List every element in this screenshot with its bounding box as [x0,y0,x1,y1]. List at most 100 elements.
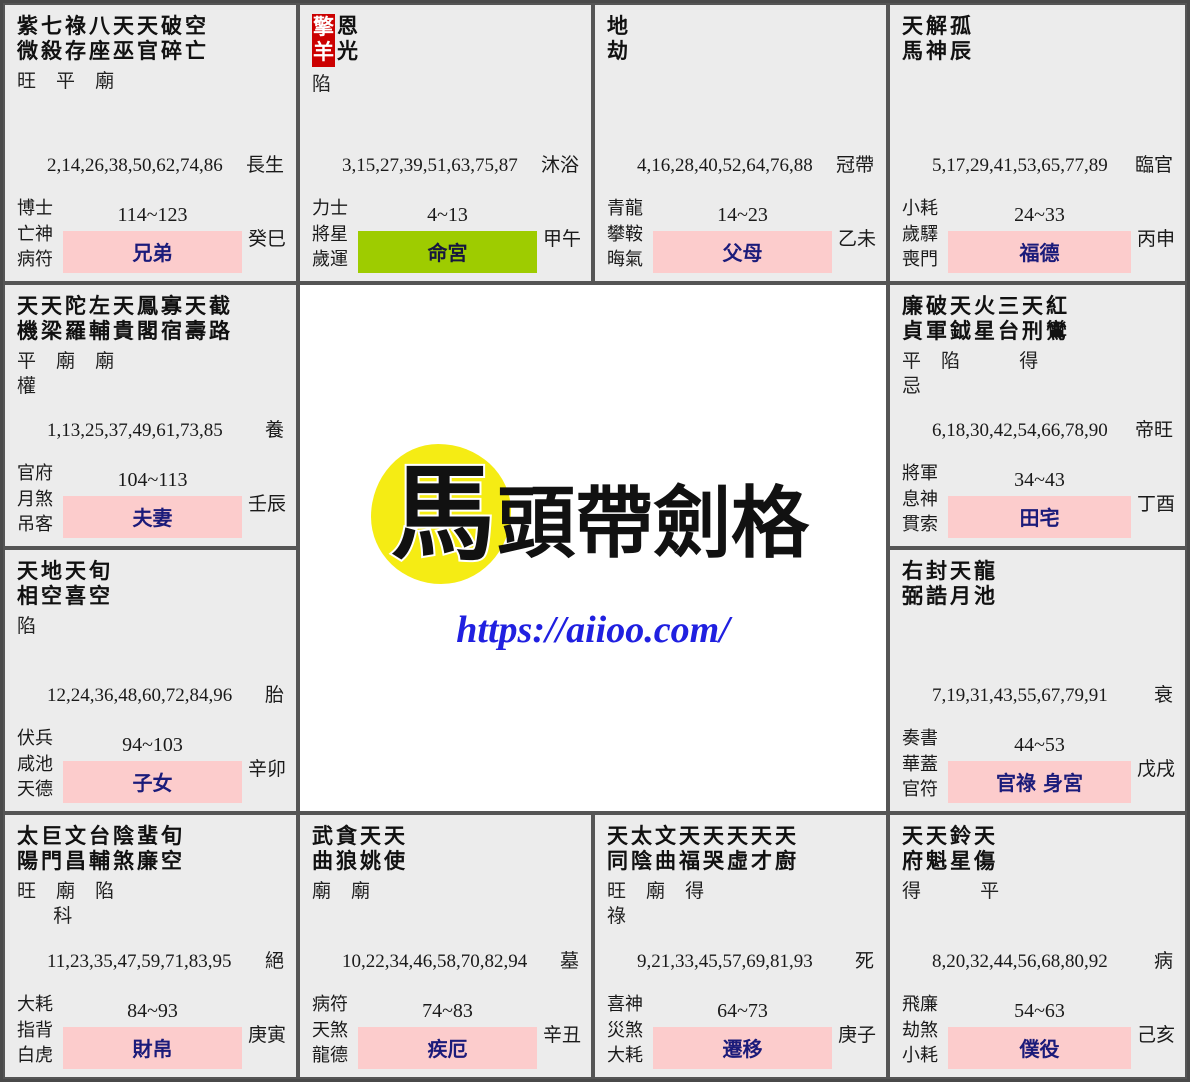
star-name[interactable]: 紅鸞 [1046,294,1067,344]
palace-center-col: 84~93 財帛 [59,1000,246,1069]
star-name[interactable]: 天巫 [113,14,134,64]
palace-name-badge[interactable]: 夫妻 [63,496,242,538]
star-name[interactable]: 孤辰 [950,14,971,64]
star-name[interactable]: 天機 [17,294,38,344]
star-name[interactable]: 左輔 [89,294,110,344]
god-label: 喜神 [607,994,643,1016]
star-name[interactable]: 天府 [902,824,923,874]
star-name[interactable]: 旬空 [89,559,110,609]
star-name[interactable]: 寡宿 [161,294,182,344]
star-name[interactable]: 蜚廉 [137,824,158,874]
palace-jie[interactable]: 武曲貪狼天姚天使廟 廟 10,22,34,46,58,70,82,94 墓病符 天煞龍… [298,813,593,1079]
palace-name-badge[interactable]: 子女 [63,761,242,803]
star-name[interactable]: 天馬 [902,14,923,64]
star-name[interactable]: 文曲 [655,824,676,874]
star-name[interactable]: 地劫 [607,14,628,64]
star-name[interactable]: 太陽 [17,824,38,874]
star-name[interactable]: 文昌 [65,824,86,874]
star-name[interactable]: 太陰 [631,824,652,874]
star-name[interactable]: 天才 [751,824,772,874]
palace-name-badge[interactable]: 父母 [653,231,832,273]
palace-name-badge[interactable]: 官祿 身宮 [948,761,1131,803]
star-name[interactable]: 天虛 [727,824,748,874]
palace-name-badge[interactable]: 福德 [948,231,1131,273]
star-name[interactable]: 空亡 [185,14,206,64]
palace-name-badge[interactable]: 遷移 [653,1027,832,1069]
god-list: 奏書 華蓋 官符 [902,726,944,803]
palace-mingong[interactable]: 擎羊恩光陷 3,15,27,39,51,63,75,87 沐浴 力士 將星 歲運 4~13 命… [298,3,593,283]
star-name[interactable]: 鈴星 [950,824,971,874]
palace-name-badge[interactable]: 僕役 [948,1027,1131,1069]
star-name[interactable]: 天哭 [703,824,724,874]
star-name[interactable]: 天福 [679,824,700,874]
star-name[interactable]: 天喜 [65,559,86,609]
god-label: 咸池 [17,753,53,775]
star-name[interactable]: 龍池 [974,559,995,609]
star-name[interactable]: 天月 [950,559,971,609]
star-name[interactable]: 貪狼 [336,824,357,874]
age-range: 114~123 [117,204,188,226]
palace-name-badge[interactable]: 疾厄 [358,1027,537,1069]
star-name[interactable]: 紫微 [17,14,38,64]
star-name[interactable]: 右弼 [902,559,923,609]
star-name[interactable]: 八座 [89,14,110,64]
god-label: 青龍 [607,198,643,220]
star-name[interactable]: 祿存 [65,14,86,64]
star-name[interactable]: 地空 [41,559,62,609]
palace-puyi[interactable]: 天府天魁鈴星天傷得 平 8,20,32,44,56,68,80,92 病飛廉 劫煞 小耗… [888,813,1187,1079]
star-name[interactable]: 三台 [998,294,1019,344]
star-name[interactable]: 火星 [974,294,995,344]
star-name[interactable]: 天鉞 [950,294,971,344]
star-name[interactable]: 鳳閣 [137,294,158,344]
site-url[interactable]: https://aiioo.com/ [456,608,729,652]
year-and-phase-row: 6,18,30,42,54,66,78,90 帝旺 [890,415,1185,442]
star-name[interactable]: 天梁 [41,294,62,344]
palace-fumu[interactable]: 地劫 4,16,28,40,52,64,76,88 冠帶 青龍 攀鞍 晦氣 14~23 父母乙… [593,3,888,283]
star-name[interactable]: 截路 [209,294,230,344]
star-name[interactable]: 破碎 [161,14,182,64]
palace-qianyi[interactable]: 天同太陰文曲天福天哭天虛天才天廚旺 廟 得祿 9,21,33,45,57,69,8… [593,813,888,1079]
star-name[interactable]: 天刑 [1022,294,1043,344]
palace-tianzhai[interactable]: 廉貞破軍天鉞火星三台天刑紅鸞平 陷 得忌 6,18,30,42,54,66,78,… [888,283,1187,548]
star-name[interactable]: 封誥 [926,559,947,609]
star-name[interactable]: 天壽 [185,294,206,344]
star-name[interactable]: 巨門 [41,824,62,874]
palace-name-badge[interactable]: 命宮 [358,231,537,273]
star-name[interactable]: 天官 [137,14,158,64]
age-range: 64~73 [717,1000,768,1022]
palace-center-col: 24~33 福德 [944,204,1135,273]
star-name[interactable]: 解神 [926,14,947,64]
star-name[interactable]: 天使 [384,824,405,874]
star-name[interactable]: 破軍 [926,294,947,344]
palace-zinv[interactable]: 天相地空天喜旬空陷 12,24,36,48,60,72,84,96 胎伏兵 咸池 天德 9… [3,548,298,813]
star-name[interactable]: 天廚 [775,824,796,874]
star-name[interactable]: 擎羊 [312,14,335,67]
star-name[interactable]: 恩光 [337,14,358,67]
palace-caibo[interactable]: 太陽巨門文昌台輔陰煞蜚廉旬空旺 廟 陷 科 11,23,35,47,59,71,8… [3,813,298,1079]
palace-name-badge[interactable]: 田宅 [948,496,1131,538]
star-name[interactable]: 天姚 [360,824,381,874]
palace-xiongdi[interactable]: 紫微七殺祿存八座天巫天官破碎空亡旺 平 廟 2,14,26,38,50,62,74… [3,3,298,283]
star-name[interactable]: 七殺 [41,14,62,64]
star-name[interactable]: 武曲 [312,824,333,874]
palace-footer: 伏兵 咸池 天德 94~103 子女 辛卯 [5,719,296,803]
star-name[interactable]: 天貴 [113,294,134,344]
palace-center-col: 34~43 田宅 [944,469,1135,538]
star-name[interactable]: 陀羅 [65,294,86,344]
star-name[interactable]: 陰煞 [113,824,134,874]
palace-guanlu[interactable]: 右弼封誥天月龍池 7,19,31,43,55,67,79,91 衰奏書 華蓋 官符 44~… [888,548,1187,813]
star-name[interactable]: 旬空 [161,824,182,874]
star-name[interactable]: 天魁 [926,824,947,874]
palace-fuqi[interactable]: 天機天梁陀羅左輔天貴鳳閣寡宿天壽截路平 廟 廟權 1,13,25,37,49,61… [3,283,298,548]
age-range: 104~113 [117,469,188,491]
star-name[interactable]: 天相 [17,559,38,609]
star-name[interactable]: 天傷 [974,824,995,874]
star-block: 太陽巨門文昌台輔陰煞蜚廉旬空旺 廟 陷 科 [17,824,288,929]
star-name[interactable]: 天同 [607,824,628,874]
star-name[interactable]: 台輔 [89,824,110,874]
star-name[interactable]: 廉貞 [902,294,923,344]
god-label: 將軍 [902,463,938,485]
palace-fude[interactable]: 天馬解神孤辰 5,17,29,41,53,65,77,89 臨官 小耗 歲驛 喪門 24~3… [888,3,1187,283]
palace-name-badge[interactable]: 兄弟 [63,231,242,273]
palace-name-badge[interactable]: 財帛 [63,1027,242,1069]
